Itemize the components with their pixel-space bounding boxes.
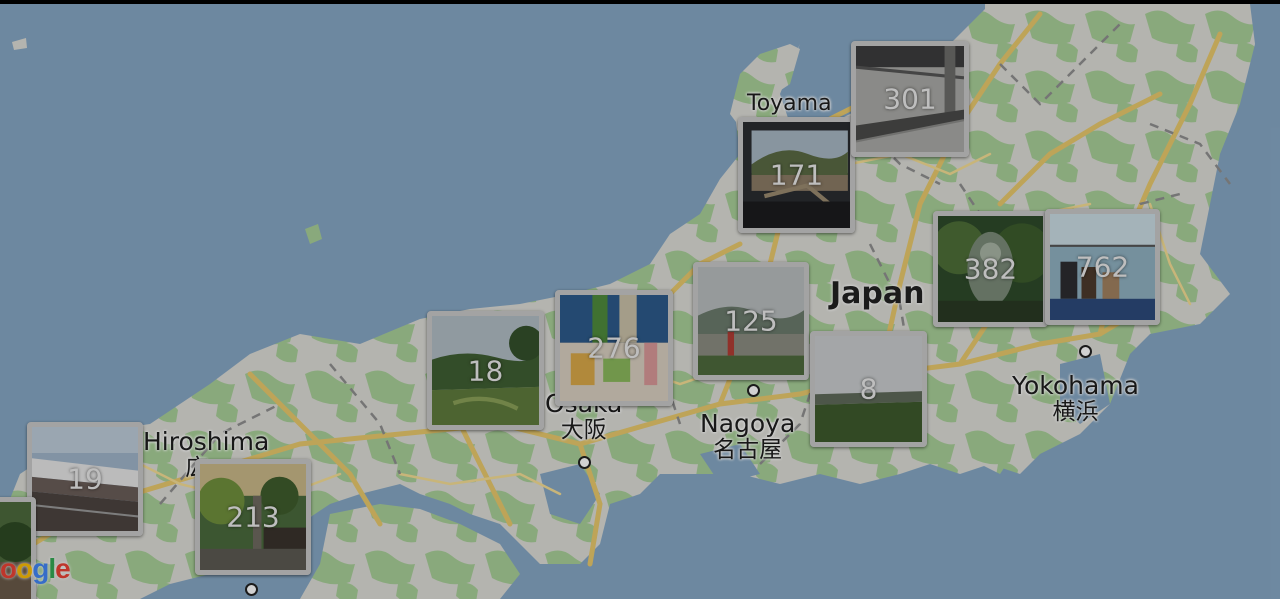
city-name-jp: 大阪 <box>560 416 607 443</box>
photo-cluster[interactable]: 213 <box>195 459 311 575</box>
cluster-count: 8 <box>859 372 878 406</box>
cluster-count: 19 <box>67 462 103 496</box>
photo-cluster[interactable]: 19 <box>27 422 143 536</box>
photo-cluster[interactable]: 301 <box>851 41 969 157</box>
city-dot-nagoya <box>747 384 760 397</box>
city-name-jp: 横浜 <box>1052 398 1099 425</box>
cluster-count: 171 <box>769 158 824 192</box>
cluster-count: 301 <box>883 82 937 116</box>
city-name-jp: 名古屋 <box>713 436 783 463</box>
cluster-count: 213 <box>226 500 280 534</box>
map-view[interactable]: Hiroshima 広 Osaka 大阪 Nagoya 名古屋 Yokohama… <box>0 4 1280 599</box>
google-logo: oogle <box>0 553 71 585</box>
photo-cluster[interactable]: 125 <box>693 262 809 380</box>
city-name: Yokohama <box>1012 371 1139 400</box>
city-label-nagoya: Nagoya 名古屋 <box>700 410 795 463</box>
photo-cluster[interactable]: 18 <box>427 311 544 430</box>
city-name: Toyama <box>747 91 832 116</box>
photo-cluster[interactable]: 276 <box>555 290 673 406</box>
city-dot-hiroshima <box>245 583 258 596</box>
logo-letter: o <box>16 553 33 584</box>
cluster-count: 276 <box>587 331 641 365</box>
city-dot-yokohama <box>1079 345 1092 358</box>
cluster-count: 18 <box>467 354 504 387</box>
cluster-count: 125 <box>724 304 778 338</box>
photo-cluster[interactable]: 762 <box>1045 209 1160 325</box>
photo-cluster[interactable]: 171 <box>738 117 855 233</box>
city-name: Nagoya <box>700 409 796 438</box>
city-dot-osaka <box>578 456 591 469</box>
cluster-count: 382 <box>963 252 1018 286</box>
logo-letter: g <box>32 553 49 584</box>
cluster-count: 762 <box>1075 250 1130 284</box>
logo-letter: o <box>0 553 17 584</box>
photo-cluster[interactable]: 8 <box>810 331 927 447</box>
city-name: Hiroshima <box>143 427 270 456</box>
photo-cluster[interactable]: 382 <box>933 211 1048 327</box>
city-label-yokohama: Yokohama 横浜 <box>1012 372 1139 425</box>
city-label-toyama: Toyama <box>747 91 832 116</box>
logo-letter: e <box>55 553 71 584</box>
country-label: Japan <box>830 276 925 311</box>
